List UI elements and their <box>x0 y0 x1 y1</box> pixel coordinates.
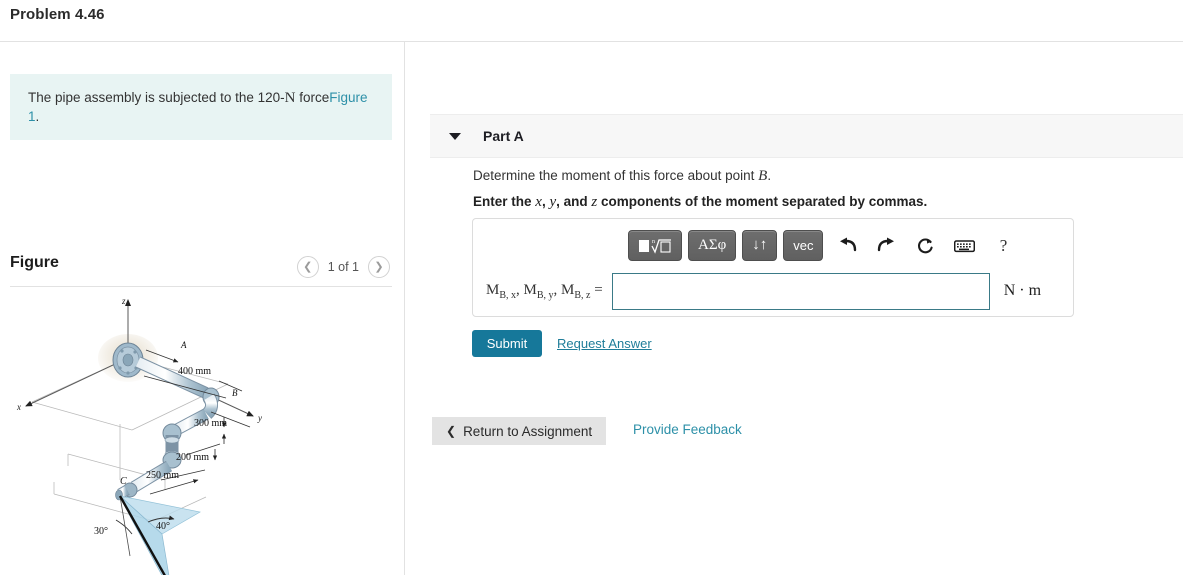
answer-label: MB, x, MB, y, MB, z = <box>486 281 603 301</box>
answer-equals: = <box>594 281 603 298</box>
figure-data-dim-400: 400 mm <box>392 294 393 295</box>
figure-heading: Figure <box>10 254 59 271</box>
figure-point-b: B <box>232 388 238 398</box>
figure-data-force: F <box>392 294 393 295</box>
provide-feedback-link[interactable]: Provide Feedback <box>633 422 742 437</box>
axis-label-y: y <box>257 413 262 423</box>
figure-dim-400: 400 mm <box>178 366 211 377</box>
figure-data-axis-y: y <box>392 294 393 295</box>
figure-point-c: C <box>120 476 127 487</box>
pipe-assembly-diagram: z x y A B C 400 mm 300 mm 200 mm 250 mm … <box>16 296 262 575</box>
greek-icon: ΑΣφ <box>698 237 727 253</box>
figure-dim-250: 250 mm <box>146 470 179 481</box>
figure-data-point-b: B <box>392 294 393 295</box>
answer-input[interactable] <box>611 272 990 310</box>
answer-sub-by: B, y <box>536 289 554 301</box>
answer-panel: n ΑΣφ ↓↑ vec ? MB, x, MB, y, MB, z = N ·… <box>472 218 1074 317</box>
sqrt-template-icon: n <box>639 239 671 254</box>
figure-data-dim-300: 300 mm <box>392 294 393 295</box>
answer-row: MB, x, MB, y, MB, z = N · m <box>473 267 1075 315</box>
question-line-1: Determine the moment of this force about… <box>473 168 771 185</box>
statement-text-before: The pipe assembly is subjected to the 12… <box>28 90 285 105</box>
question-line-2-c: , and <box>556 194 592 209</box>
figure-divider <box>10 286 392 287</box>
figure-next-button[interactable]: ❯ <box>368 256 390 278</box>
help-button[interactable]: ? <box>988 232 1018 260</box>
statement-unit-symbol: N <box>284 90 296 106</box>
return-to-assignment-label: Return to Assignment <box>463 423 593 439</box>
part-a-title: Part A <box>483 128 524 144</box>
chevron-left-icon: ❮ <box>303 260 313 273</box>
figure-dim-300: 300 mm <box>194 418 227 429</box>
reset-icon <box>917 237 933 253</box>
answer-label-m1: M <box>486 281 500 298</box>
axis-label-x: x <box>16 402 21 412</box>
question-line-1-period: . <box>767 168 772 183</box>
figure-data-dim-200: 200 mm <box>392 294 393 295</box>
figure-pager: ❮ 1 of 1 ❯ <box>296 256 390 278</box>
vector-icon: vec <box>793 238 814 253</box>
answer-units: N · m <box>1003 282 1042 299</box>
figure-point-a: A <box>180 340 187 350</box>
part-a-header[interactable]: Part A <box>430 114 1183 158</box>
question-line-2-a: Enter the <box>473 194 536 209</box>
request-answer-link[interactable]: Request Answer <box>557 336 652 351</box>
answer-sub-bz: B, z <box>574 289 591 301</box>
figure-data-axis-z: z <box>392 294 393 295</box>
figure-dim-200: 200 mm <box>176 452 209 463</box>
question-line-2-d: components of the moment separated by co… <box>597 194 928 209</box>
answer-label-m2: M <box>523 281 537 298</box>
redo-button[interactable] <box>871 232 901 260</box>
math-toolbar: n ΑΣφ ↓↑ vec ? <box>628 230 1018 261</box>
arrows-button[interactable]: ↓↑ <box>742 230 778 261</box>
svg-text:n: n <box>652 239 655 245</box>
help-icon: ? <box>999 235 1008 255</box>
redo-icon <box>877 237 894 252</box>
right-panel: Part A Determine the moment of this forc… <box>405 42 1183 575</box>
vector-button[interactable]: vec <box>783 230 824 261</box>
figure-data-angle-30: 30° <box>392 294 393 295</box>
submit-button[interactable]: Submit <box>472 330 542 357</box>
problem-statement: The pipe assembly is subjected to the 12… <box>10 74 392 141</box>
figure-data-axis-x: x <box>392 294 393 295</box>
question-line-1-text: Determine the moment of this force about… <box>473 168 759 183</box>
figure-data-point-a: A <box>392 294 393 295</box>
figure-data-point-c: C <box>392 294 393 295</box>
figure-data-dim-250: 250 mm <box>392 294 393 295</box>
answer-label-m3: M <box>561 281 575 298</box>
undo-button[interactable] <box>832 232 862 260</box>
chevron-right-icon: ❯ <box>374 260 384 273</box>
question-point-b: B <box>758 168 768 184</box>
answer-sub-bx: B, x <box>499 289 517 301</box>
updown-arrows-icon: ↓↑ <box>752 237 768 253</box>
math-template-button[interactable]: n <box>628 230 682 261</box>
keyboard-icon <box>953 239 975 252</box>
statement-trailing: . <box>35 109 40 125</box>
question-line-2: Enter the x, y, and z components of the … <box>473 194 927 211</box>
axis-label-z: z <box>121 296 126 306</box>
chevron-left-icon: ❮ <box>446 424 457 438</box>
figure-image[interactable]: z x y A B C 400 mm 300 mm 200 mm 250 mm … <box>10 294 392 575</box>
page-title: Problem 4.46 <box>10 6 105 23</box>
left-panel: The pipe assembly is subjected to the 12… <box>0 42 404 575</box>
greek-symbols-button[interactable]: ΑΣφ <box>688 230 737 261</box>
figure-angle-40: 40° <box>156 521 170 532</box>
question-var-x: x <box>535 194 542 210</box>
figure-pager-label: 1 of 1 <box>327 260 359 274</box>
problem-page: Problem 4.46 The pipe assembly is subjec… <box>0 0 1183 575</box>
figure-angle-30: 30° <box>94 526 108 537</box>
figure-prev-button[interactable]: ❮ <box>296 256 319 278</box>
undo-icon <box>839 237 857 252</box>
statement-text-after: force <box>295 90 330 105</box>
return-to-assignment-button[interactable]: ❮ Return to Assignment <box>432 417 607 445</box>
figure-data-angle-40: 40° <box>392 294 393 295</box>
caret-down-icon[interactable] <box>449 132 461 140</box>
reset-button[interactable] <box>910 232 940 260</box>
keyboard-button[interactable] <box>949 232 979 260</box>
